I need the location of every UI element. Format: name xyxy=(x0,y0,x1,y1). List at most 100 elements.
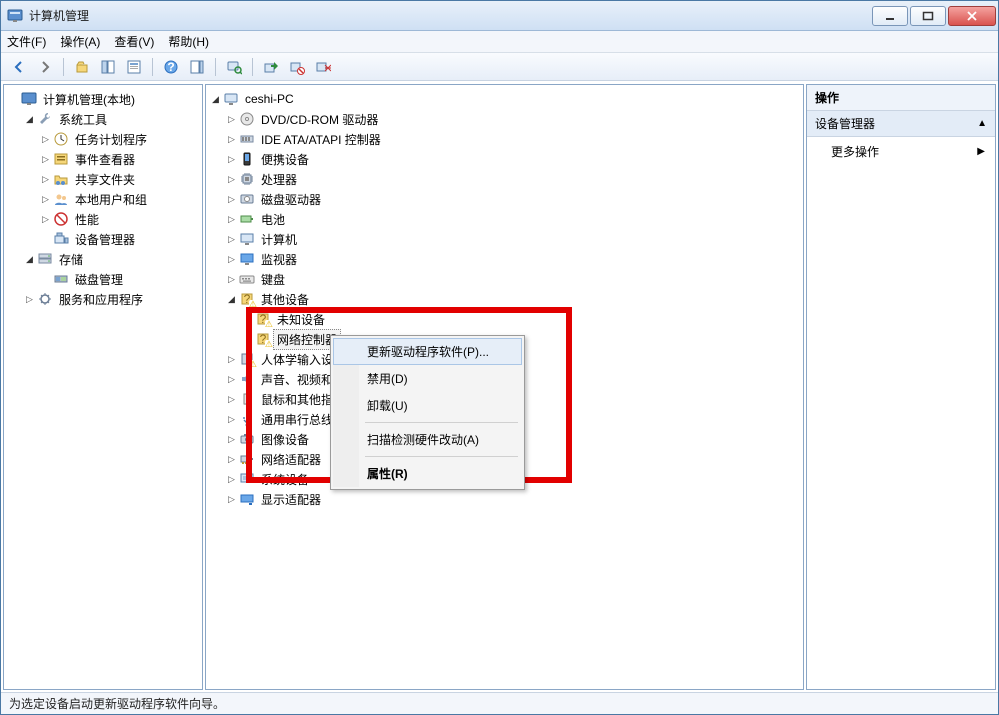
tree-node-battery[interactable]: 电池 xyxy=(226,209,801,229)
expander-icon[interactable] xyxy=(226,174,237,185)
expander-icon[interactable] xyxy=(226,454,237,465)
portable-icon xyxy=(239,151,255,167)
svg-text:?: ? xyxy=(167,60,174,74)
svg-text:?: ? xyxy=(260,332,267,346)
computer-icon xyxy=(223,91,239,107)
tree-node-device-manager[interactable]: 设备管理器 xyxy=(40,229,200,249)
uninstall-button[interactable] xyxy=(311,56,335,78)
dvd-icon xyxy=(239,111,255,127)
node-label: 计算机管理(本地) xyxy=(39,89,139,110)
expander-icon[interactable] xyxy=(40,174,51,185)
expander-icon[interactable] xyxy=(40,154,51,165)
monitor-icon xyxy=(239,251,255,267)
expander-icon[interactable] xyxy=(24,254,35,265)
expander-icon[interactable] xyxy=(24,294,35,305)
expander-icon[interactable] xyxy=(226,354,237,365)
expander-icon[interactable] xyxy=(226,294,237,305)
tree-node-pc-root[interactable]: ceshi-PC xyxy=(210,89,801,109)
close-button[interactable] xyxy=(948,6,996,26)
minimize-button[interactable] xyxy=(872,6,908,26)
tree-node-local-users[interactable]: 本地用户和组 xyxy=(40,189,200,209)
tree-node-disk-mgmt[interactable]: 磁盘管理 xyxy=(40,269,200,289)
menu-action[interactable]: 操作(A) xyxy=(60,33,100,50)
menubar: 文件(F) 操作(A) 查看(V) 帮助(H) xyxy=(1,31,998,53)
left-tree-pane[interactable]: 计算机管理(本地) 系统工具 任务计划程序 事件查看器 xyxy=(3,84,203,690)
toolbar-sep xyxy=(215,58,216,76)
cm-disable[interactable]: 禁用(D) xyxy=(333,365,522,392)
cm-uninstall[interactable]: 卸载(U) xyxy=(333,392,522,419)
node-label: 服务和应用程序 xyxy=(55,289,147,310)
menu-file[interactable]: 文件(F) xyxy=(7,33,46,50)
cm-update-driver[interactable]: 更新驱动程序软件(P)... xyxy=(333,338,522,365)
expander-icon[interactable] xyxy=(24,114,35,125)
expander-icon[interactable] xyxy=(226,154,237,165)
clock-icon xyxy=(53,131,69,147)
expander-icon[interactable] xyxy=(226,114,237,125)
tree-node-root[interactable]: 计算机管理(本地) xyxy=(8,89,200,109)
center-pane[interactable]: ceshi-PC DVD/CD-ROM 驱动器 IDE ATA/ATAPI 控制… xyxy=(205,84,804,690)
tree-node-processor[interactable]: 处理器 xyxy=(226,169,801,189)
tree-node-system-tools[interactable]: 系统工具 xyxy=(24,109,200,129)
action-pane-button[interactable] xyxy=(185,56,209,78)
tree-node-computer[interactable]: 计算机 xyxy=(226,229,801,249)
tree-node-shared-folders[interactable]: 共享文件夹 xyxy=(40,169,200,189)
expander-icon[interactable] xyxy=(226,394,237,405)
up-button[interactable] xyxy=(70,56,94,78)
expander-icon[interactable] xyxy=(226,494,237,505)
expander-icon[interactable] xyxy=(226,274,237,285)
tree-node-disk-drives[interactable]: 磁盘驱动器 xyxy=(226,189,801,209)
actions-more[interactable]: 更多操作 ▶ xyxy=(807,137,995,166)
disable-button[interactable] xyxy=(285,56,309,78)
tree-node-monitor[interactable]: 监视器 xyxy=(226,249,801,269)
node-label: 监视器 xyxy=(257,249,301,270)
tree-node-services[interactable]: 服务和应用程序 xyxy=(24,289,200,309)
device-mgr-icon xyxy=(53,231,69,247)
tree-node-task-scheduler[interactable]: 任务计划程序 xyxy=(40,129,200,149)
forward-button[interactable] xyxy=(33,56,57,78)
back-button[interactable] xyxy=(7,56,31,78)
tree-node-keyboard[interactable]: 键盘 xyxy=(226,269,801,289)
tree-node-storage[interactable]: 存储 xyxy=(24,249,200,269)
expander-icon[interactable] xyxy=(226,194,237,205)
tree-node-unknown-device[interactable]: ?未知设备 xyxy=(242,309,801,329)
node-label: ceshi-PC xyxy=(241,90,298,108)
expander-icon[interactable] xyxy=(210,94,221,105)
update-driver-button[interactable] xyxy=(259,56,283,78)
node-label: 计算机 xyxy=(257,229,301,250)
scan-hw-button[interactable] xyxy=(222,56,246,78)
tree-node-performance[interactable]: 性能 xyxy=(40,209,200,229)
expander-icon[interactable] xyxy=(226,254,237,265)
cm-properties[interactable]: 属性(R) xyxy=(333,460,522,487)
tree-node-display-adapters[interactable]: 显示适配器 xyxy=(226,489,801,509)
help-button[interactable]: ? xyxy=(159,56,183,78)
expander-icon[interactable] xyxy=(226,134,237,145)
svg-text:?: ? xyxy=(244,292,251,306)
show-hide-tree-button[interactable] xyxy=(96,56,120,78)
tree-node-dvd[interactable]: DVD/CD-ROM 驱动器 xyxy=(226,109,801,129)
expander-icon[interactable] xyxy=(40,194,51,205)
expander-icon[interactable] xyxy=(226,474,237,485)
node-label: 任务计划程序 xyxy=(71,129,151,150)
maximize-button[interactable] xyxy=(910,6,946,26)
display-adapter-icon xyxy=(239,491,255,507)
statusbar: 为选定设备启动更新驱动程序软件向导。 xyxy=(1,692,998,714)
node-label: 本地用户和组 xyxy=(71,189,151,210)
tree-node-ide[interactable]: IDE ATA/ATAPI 控制器 xyxy=(226,129,801,149)
expander-icon[interactable] xyxy=(226,234,237,245)
expander-icon[interactable] xyxy=(40,134,51,145)
cm-scan[interactable]: 扫描检测硬件改动(A) xyxy=(333,426,522,453)
node-label: 电池 xyxy=(257,209,289,230)
app-icon xyxy=(7,8,23,24)
expander-icon[interactable] xyxy=(226,414,237,425)
tree-node-portable[interactable]: 便携设备 xyxy=(226,149,801,169)
menu-help[interactable]: 帮助(H) xyxy=(168,33,209,50)
expander-icon[interactable] xyxy=(226,434,237,445)
properties-button[interactable] xyxy=(122,56,146,78)
tree-node-event-viewer[interactable]: 事件查看器 xyxy=(40,149,200,169)
menu-view[interactable]: 查看(V) xyxy=(114,33,154,50)
tree-node-other-devices[interactable]: ?其他设备 xyxy=(226,289,801,309)
expander-icon[interactable] xyxy=(226,374,237,385)
actions-section[interactable]: 设备管理器 ▲ xyxy=(807,111,995,137)
expander-icon[interactable] xyxy=(40,214,51,225)
expander-icon[interactable] xyxy=(226,214,237,225)
